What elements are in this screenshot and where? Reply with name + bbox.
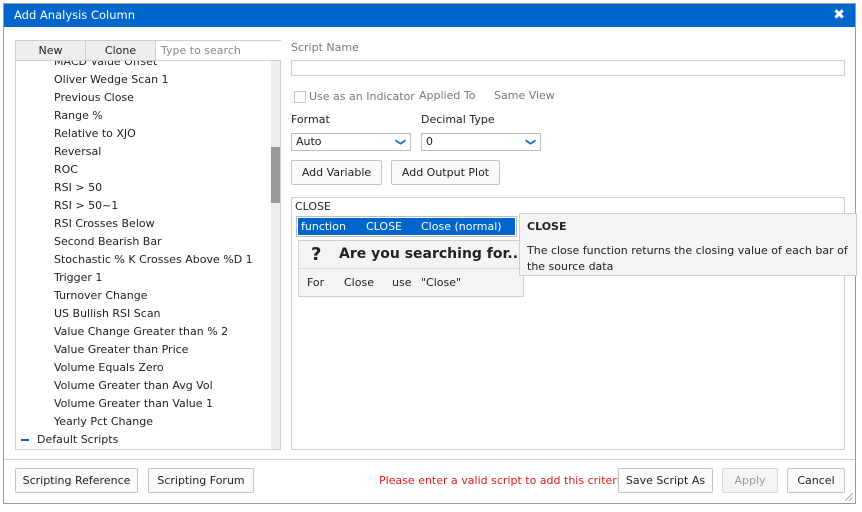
scripting-forum-button[interactable]: Scripting Forum: [148, 468, 254, 493]
add-variable-button[interactable]: Add Variable: [291, 160, 382, 185]
format-label: Format: [291, 113, 330, 126]
autocomplete-item[interactable]: function CLOSE Close (normal): [298, 218, 515, 235]
close-icon[interactable]: ✖: [833, 7, 845, 23]
autocomplete-desc: Close (normal): [421, 220, 502, 233]
search-suggestion-box: ? Are you searching for... For Close use…: [298, 240, 524, 297]
scripting-reference-button[interactable]: Scripting Reference: [15, 468, 138, 493]
group-default-scripts[interactable]: Default Scripts: [19, 431, 118, 449]
script-list-panel: New Clone MACD Value Offset Oliver Wedge…: [15, 40, 281, 450]
clone-button[interactable]: Clone: [86, 41, 156, 60]
script-name-label: Script Name: [291, 41, 359, 54]
format-value: Auto: [296, 135, 322, 148]
chevron-down-icon: ❯: [394, 137, 406, 147]
list-item[interactable]: Volume Greater than Value 1: [54, 395, 213, 413]
add-output-plot-button[interactable]: Add Output Plot: [391, 160, 500, 185]
list-item[interactable]: RSI > 50~1: [54, 197, 118, 215]
autocomplete-list: function CLOSE Close (normal): [296, 216, 517, 237]
autocomplete-kind: function: [301, 220, 346, 233]
suggestion-word: Close: [344, 276, 374, 289]
list-scrollbar[interactable]: [271, 61, 280, 449]
list-item[interactable]: Volume Equals Zero: [54, 359, 164, 377]
list-item[interactable]: MACD Value Offset: [54, 61, 157, 71]
list-item[interactable]: US Bullish RSI Scan: [54, 305, 161, 323]
suggestion-word: "Close": [421, 276, 462, 289]
script-list-toolbar: New Clone: [16, 41, 281, 61]
use-as-indicator-checkbox[interactable]: [294, 91, 306, 103]
script-code[interactable]: CLOSE: [295, 200, 331, 213]
collapse-icon[interactable]: [21, 439, 29, 441]
applied-to-value: Same View: [494, 89, 555, 102]
decimal-type-select[interactable]: 0 ❯: [421, 133, 541, 151]
suggestion-header: ? Are you searching for...: [299, 241, 523, 269]
list-item[interactable]: Turnover Change: [54, 287, 147, 305]
applied-to-label: Applied To: [419, 89, 476, 102]
decimal-type-value: 0: [426, 135, 433, 148]
list-item[interactable]: Second Bearish Bar: [54, 233, 162, 251]
list-item[interactable]: Previous Close: [54, 89, 134, 107]
resize-grip-icon[interactable]: [845, 493, 853, 501]
dialog-title: Add Analysis Column: [14, 8, 135, 22]
apply-button[interactable]: Apply: [722, 468, 778, 493]
list-item[interactable]: Relative to XJO: [54, 125, 136, 143]
list-item[interactable]: Value Greater than Price: [54, 341, 188, 359]
title-bar[interactable]: Add Analysis Column ✖: [4, 4, 855, 27]
tooltip-title: CLOSE: [527, 220, 567, 233]
group-label: Default Scripts: [37, 433, 119, 446]
chevron-down-icon: ❯: [524, 137, 536, 147]
footer-divider: [4, 459, 855, 460]
suggestion-word: For: [307, 276, 325, 289]
function-tooltip: CLOSE The close function returns the clo…: [519, 213, 857, 276]
scrollbar-thumb[interactable]: [271, 147, 280, 203]
decimal-type-label: Decimal Type: [421, 113, 495, 126]
list-item[interactable]: Trigger 1: [54, 269, 102, 287]
list-item[interactable]: RSI > 50: [54, 179, 102, 197]
new-button[interactable]: New: [16, 41, 86, 60]
script-name-input[interactable]: [291, 60, 845, 76]
save-script-as-button[interactable]: Save Script As: [618, 468, 713, 493]
list-item[interactable]: RSI Crosses Below: [54, 215, 155, 233]
autocomplete-name: CLOSE: [366, 220, 403, 233]
list-item[interactable]: Value Change Greater than % 2: [54, 323, 228, 341]
question-icon: ?: [311, 244, 322, 265]
error-message: Please enter a valid script to add this …: [379, 474, 627, 487]
list-item[interactable]: Range %: [54, 107, 103, 125]
cancel-button[interactable]: Cancel: [787, 468, 845, 493]
list-item[interactable]: Volume Greater than Avg Vol: [54, 377, 213, 395]
search-input[interactable]: [157, 41, 281, 60]
script-list: MACD Value Offset Oliver Wedge Scan 1 Pr…: [16, 61, 271, 449]
suggestion-title: Are you searching for...: [339, 246, 524, 262]
list-item[interactable]: ROC: [54, 161, 78, 179]
format-select[interactable]: Auto ❯: [291, 133, 411, 151]
tooltip-description: The close function returns the closing v…: [527, 244, 848, 273]
list-item[interactable]: Yearly Pct Change: [54, 413, 153, 431]
list-item[interactable]: Reversal: [54, 143, 101, 161]
suggestion-word: use: [392, 276, 412, 289]
list-item[interactable]: Oliver Wedge Scan 1: [54, 71, 169, 89]
use-as-indicator-label: Use as an Indicator: [309, 90, 415, 103]
list-item[interactable]: Stochastic % K Crosses Above %D 1: [54, 251, 253, 269]
